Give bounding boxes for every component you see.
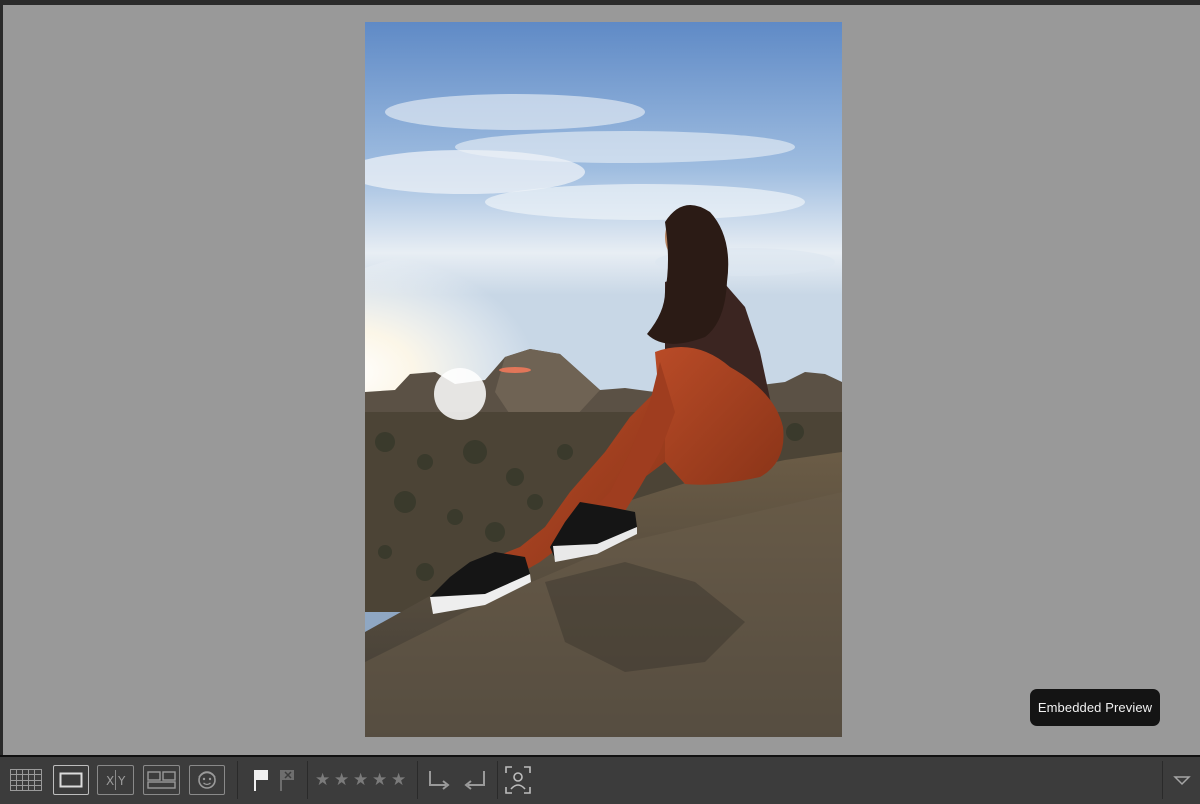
crop-face-icon [505,766,531,794]
rotate-right-button[interactable] [460,765,488,795]
compare-view-button[interactable]: X Y [97,765,134,795]
loupe-canvas: Embedded Preview [0,5,1200,755]
library-toolbar: X Y ★ ★ ★ ★ ★ [0,755,1200,804]
svg-text:X: X [106,774,114,788]
embedded-preview-badge: Embedded Preview [1030,689,1160,726]
star-3-icon[interactable]: ★ [353,771,368,789]
compare-icon: X Y [106,770,126,790]
star-1-icon[interactable]: ★ [315,771,330,789]
star-2-icon[interactable]: ★ [334,771,349,789]
loupe-icon [59,772,83,788]
people-icon [198,771,216,789]
grid-icon [10,769,42,791]
toolbar-separator [237,761,238,799]
rotate-right-icon [464,771,485,790]
star-5-icon[interactable]: ★ [391,771,406,789]
loupe-view-button[interactable] [53,765,89,795]
rotate-left-button[interactable] [426,765,454,795]
star-4-icon[interactable]: ★ [372,771,387,789]
toolbar-menu-button[interactable] [1170,765,1194,795]
chevron-down-icon [1173,776,1191,786]
toolbar-separator [307,761,308,799]
flag-icon [254,770,268,791]
photo-image [365,22,842,737]
toolbar-separator [1162,761,1163,799]
survey-icon [147,771,176,789]
survey-view-button[interactable] [143,765,180,795]
photo-preview[interactable] [365,22,842,737]
rotate-left-icon [429,771,450,790]
flag-pick-button[interactable] [250,765,272,795]
flag-reject-button[interactable] [276,765,298,795]
toolbar-separator [417,761,418,799]
face-region-button[interactable] [504,765,532,795]
people-view-button[interactable] [189,765,225,795]
grid-view-button[interactable] [8,765,44,795]
svg-text:Y: Y [117,774,126,788]
toolbar-separator [497,761,498,799]
reject-flag-icon [280,770,294,791]
